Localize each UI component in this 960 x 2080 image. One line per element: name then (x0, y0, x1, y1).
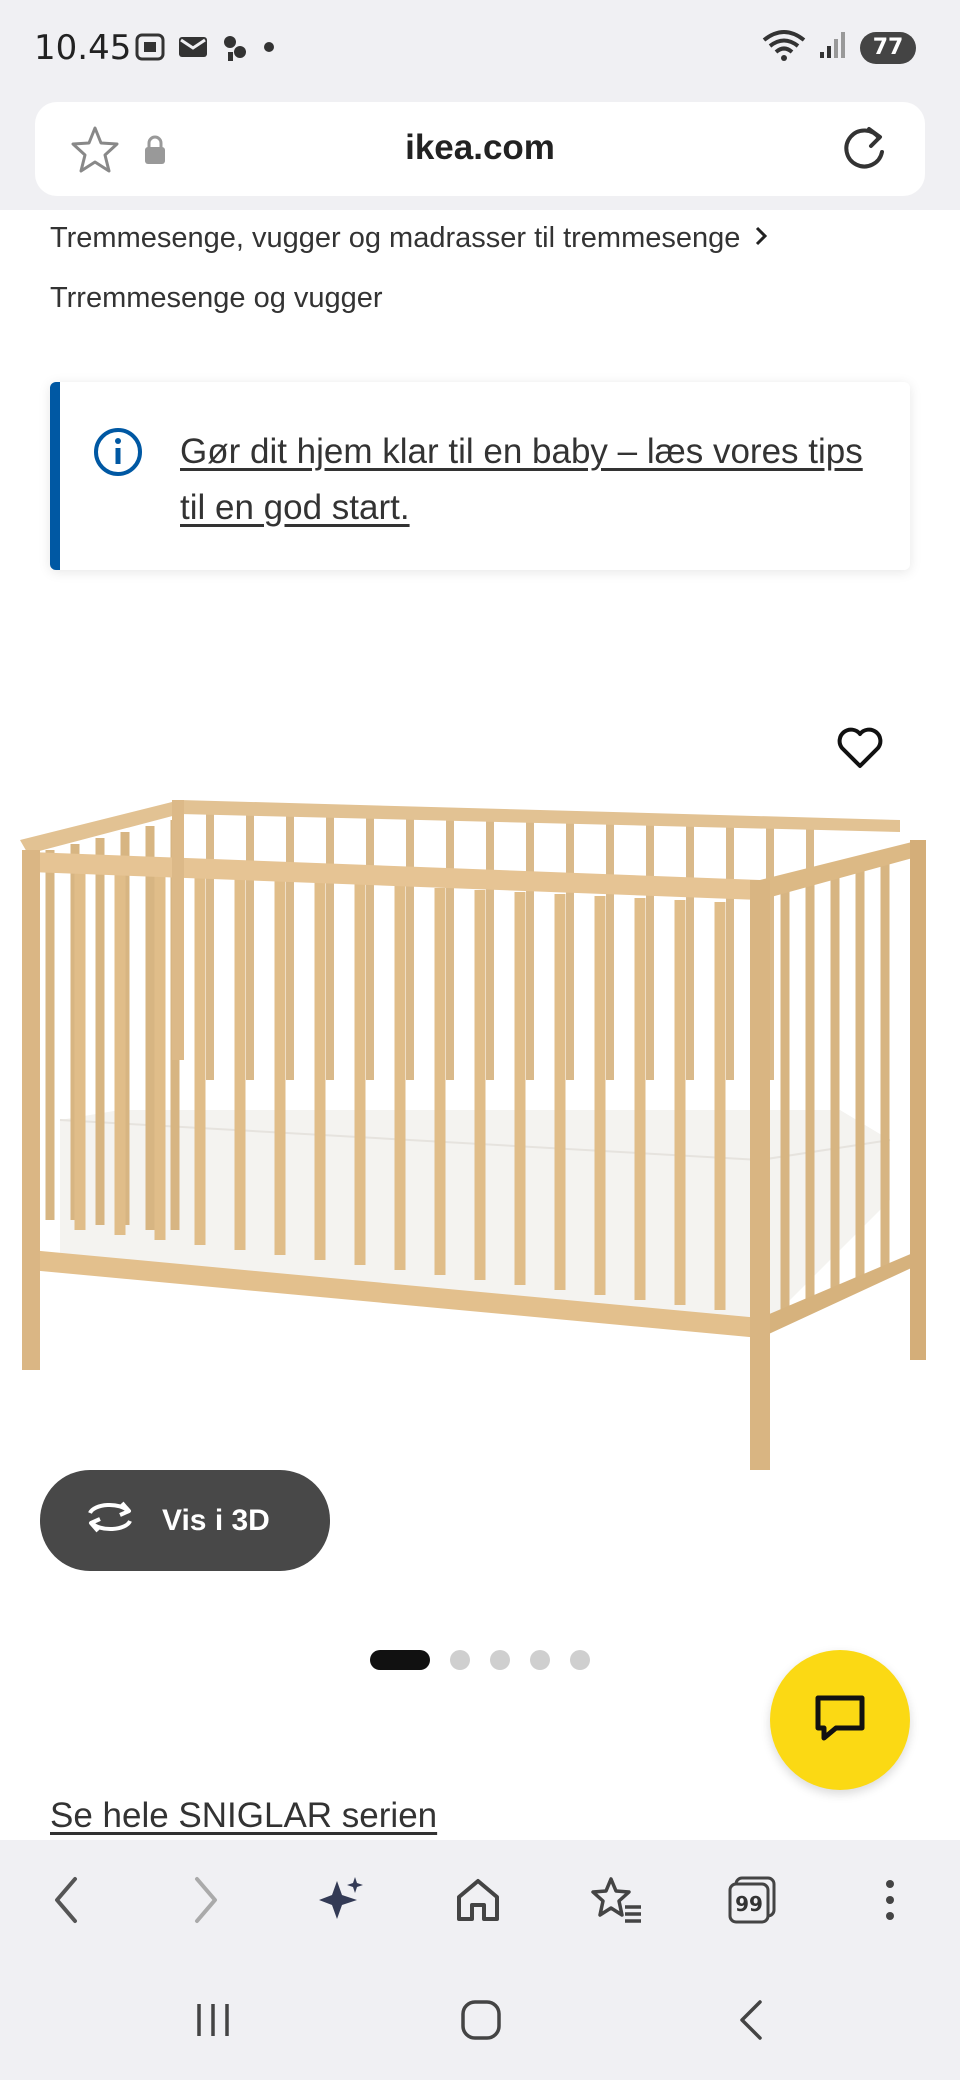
wifi-icon (762, 28, 806, 67)
carousel-dot-1[interactable] (370, 1650, 430, 1670)
info-banner: Gør dit hjem klar til en baby – læs vore… (50, 382, 910, 570)
recents-icon[interactable] (178, 1990, 248, 2050)
back-icon[interactable] (34, 1868, 98, 1932)
info-banner-accent (50, 382, 60, 570)
product-image[interactable] (20, 780, 940, 1470)
rotate-3d-icon (84, 1499, 136, 1543)
system-home-icon[interactable] (446, 1990, 516, 2050)
breadcrumb-item-1[interactable]: Tremmesenge, vugger og madrasser til tre… (50, 222, 740, 255)
browser-url-area: ikea.com (0, 100, 960, 210)
status-bar: 10.45 77 (0, 0, 960, 100)
heart-icon[interactable] (836, 726, 884, 775)
series-link[interactable]: Se hele SNIGLAR serien (50, 1796, 437, 1836)
info-icon (92, 426, 144, 483)
dot-icon (262, 40, 276, 59)
status-left-icons (134, 32, 276, 67)
carousel-dot-4[interactable] (530, 1650, 550, 1670)
carousel-dot-2[interactable] (450, 1650, 470, 1670)
signal-app-icon (220, 32, 250, 67)
mail-icon (178, 35, 208, 64)
reload-icon[interactable] (837, 122, 891, 181)
status-right-icons: 77 (762, 28, 916, 67)
info-banner-link[interactable]: Gør dit hjem klar til en baby – læs vore… (180, 424, 870, 536)
image-carousel-dots (370, 1650, 590, 1670)
svg-text:99: 99 (735, 1892, 763, 1916)
url-bar[interactable]: ikea.com (35, 102, 925, 196)
battery-icon: 77 (860, 31, 916, 64)
status-time: 10.45 (34, 28, 132, 68)
screenshot-icon (134, 32, 166, 67)
chevron-right-icon (754, 222, 768, 255)
view-3d-button[interactable]: Vis i 3D (40, 1470, 330, 1571)
chat-icon (812, 1692, 868, 1749)
system-navigation-bar (0, 1960, 960, 2080)
system-back-icon[interactable] (716, 1990, 786, 2050)
tabs-icon[interactable]: 99 (720, 1868, 784, 1932)
home-icon[interactable] (446, 1868, 510, 1932)
carousel-dot-3[interactable] (490, 1650, 510, 1670)
view-3d-label: Vis i 3D (162, 1503, 270, 1537)
cell-signal-icon (818, 30, 848, 65)
sparkle-icon[interactable] (310, 1868, 374, 1932)
breadcrumb-item-2[interactable]: Trremmesenge og vugger (50, 282, 383, 315)
breadcrumb[interactable]: Tremmesenge, vugger og madrasser til tre… (50, 222, 768, 255)
more-icon[interactable] (858, 1868, 922, 1932)
bookmarks-icon[interactable] (584, 1868, 648, 1932)
browser-toolbar: 99 (0, 1840, 960, 1960)
carousel-dot-5[interactable] (570, 1650, 590, 1670)
forward-icon[interactable] (174, 1868, 238, 1932)
chat-button[interactable] (770, 1650, 910, 1790)
url-domain[interactable]: ikea.com (35, 128, 925, 168)
